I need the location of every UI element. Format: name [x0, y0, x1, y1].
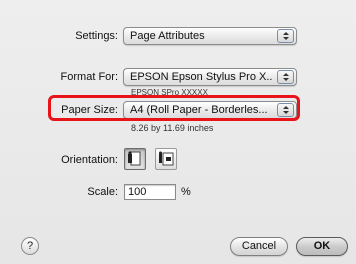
- settings-value: Page Attributes: [130, 30, 205, 42]
- scale-label: Scale:: [87, 186, 118, 198]
- format-for-popup[interactable]: EPSON Epson Stylus Pro X...: [123, 68, 297, 86]
- portrait-icon: [128, 151, 141, 166]
- scale-unit: %: [181, 186, 191, 198]
- scale-input[interactable]: 100: [124, 184, 176, 200]
- paper-size-highlight: [48, 95, 300, 121]
- help-button[interactable]: ?: [21, 237, 39, 255]
- format-for-value: EPSON Epson Stylus Pro X...: [130, 71, 272, 83]
- landscape-button[interactable]: [155, 148, 177, 170]
- settings-label: Settings:: [75, 30, 118, 42]
- page-setup-dialog: Settings: Page Attributes Format For: EP…: [0, 0, 356, 264]
- portrait-button[interactable]: [124, 148, 146, 170]
- popup-stepper-icon: [277, 70, 294, 84]
- popup-stepper-icon: [277, 29, 294, 43]
- format-for-label: Format For:: [60, 71, 118, 83]
- cancel-button[interactable]: Cancel: [230, 237, 288, 256]
- ok-button[interactable]: OK: [296, 237, 348, 256]
- settings-popup[interactable]: Page Attributes: [123, 27, 297, 45]
- orientation-label: Orientation:: [61, 154, 118, 166]
- landscape-icon: [159, 151, 174, 166]
- paper-dimensions-text: 8.26 by 11.69 inches: [131, 123, 214, 133]
